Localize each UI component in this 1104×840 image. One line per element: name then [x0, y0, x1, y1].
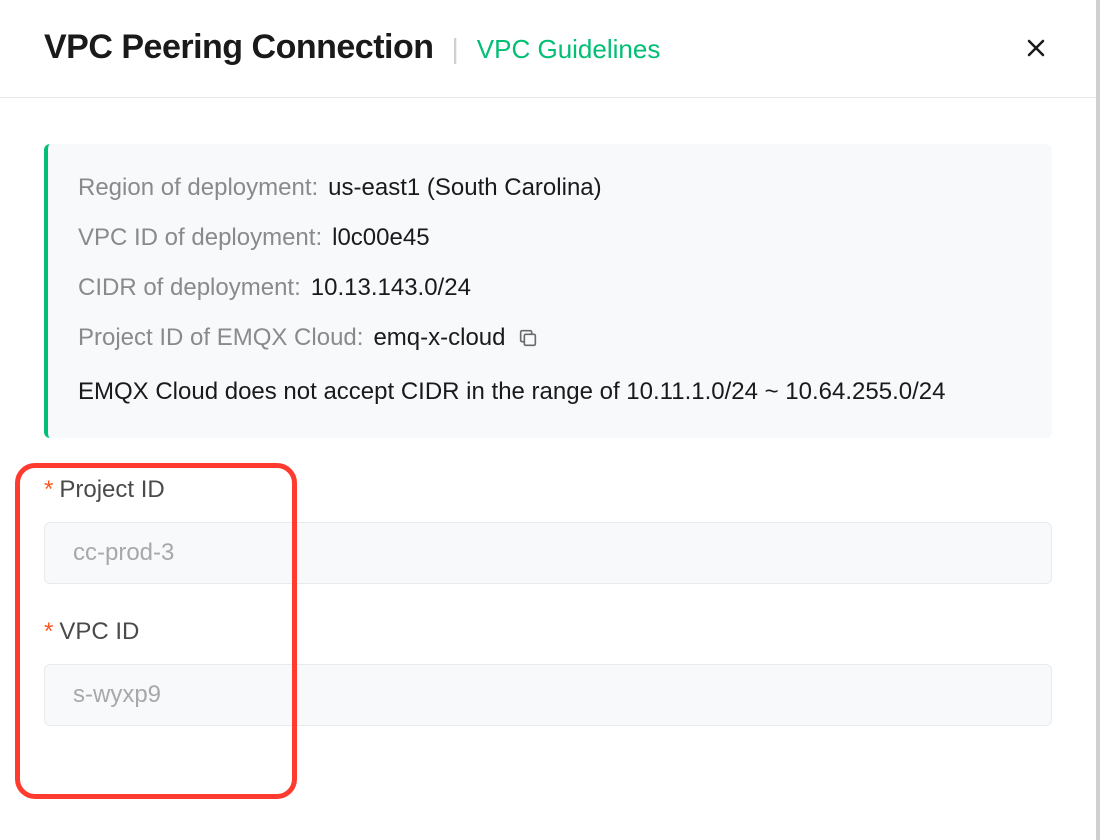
region-row: Region of deployment: us-east1 (South Ca…: [78, 172, 1022, 204]
close-icon: [1024, 36, 1048, 60]
cidr-label: CIDR of deployment:: [78, 272, 301, 304]
required-mark: *: [44, 618, 53, 645]
region-label: Region of deployment:: [78, 172, 318, 204]
deployment-info-box: Region of deployment: us-east1 (South Ca…: [44, 144, 1052, 438]
project-id-label-text: Project ID: [59, 476, 164, 503]
project-id-field-label: *Project ID: [44, 476, 1052, 504]
emqx-project-id-label: Project ID of EMQX Cloud:: [78, 322, 363, 354]
project-id-input[interactable]: [44, 522, 1052, 584]
region-value: us-east1 (South Carolina): [328, 172, 601, 204]
title-divider: |: [452, 33, 459, 65]
required-mark: *: [44, 476, 53, 503]
copy-button[interactable]: [517, 327, 539, 349]
vpc-id-value: l0c00e45: [332, 222, 429, 254]
modal-body: Region of deployment: us-east1 (South Ca…: [0, 98, 1096, 726]
vpc-id-field-label: *VPC ID: [44, 618, 1052, 646]
close-button[interactable]: [1020, 32, 1052, 64]
emqx-project-id-value: emq-x-cloud: [373, 322, 505, 354]
vpc-guidelines-link[interactable]: VPC Guidelines: [477, 34, 661, 65]
vpc-id-label-text: VPC ID: [59, 618, 139, 645]
modal-header: VPC Peering Connection | VPC Guidelines: [0, 0, 1096, 98]
page-title: VPC Peering Connection: [44, 28, 434, 67]
vpc-id-input[interactable]: [44, 664, 1052, 726]
header-left: VPC Peering Connection | VPC Guidelines: [44, 28, 660, 67]
vpc-id-label: VPC ID of deployment:: [78, 222, 322, 254]
copy-icon: [517, 327, 539, 349]
vpc-id-row: VPC ID of deployment: l0c00e45: [78, 222, 1022, 254]
project-id-row: Project ID of EMQX Cloud: emq-x-cloud: [78, 322, 1022, 354]
project-id-form-group: *Project ID: [44, 476, 1052, 584]
vpc-id-form-group: *VPC ID: [44, 618, 1052, 726]
modal-container: VPC Peering Connection | VPC Guidelines …: [0, 0, 1100, 840]
cidr-value: 10.13.143.0/24: [311, 272, 471, 304]
cidr-range-note: EMQX Cloud does not accept CIDR in the r…: [78, 372, 1022, 412]
cidr-row: CIDR of deployment: 10.13.143.0/24: [78, 272, 1022, 304]
